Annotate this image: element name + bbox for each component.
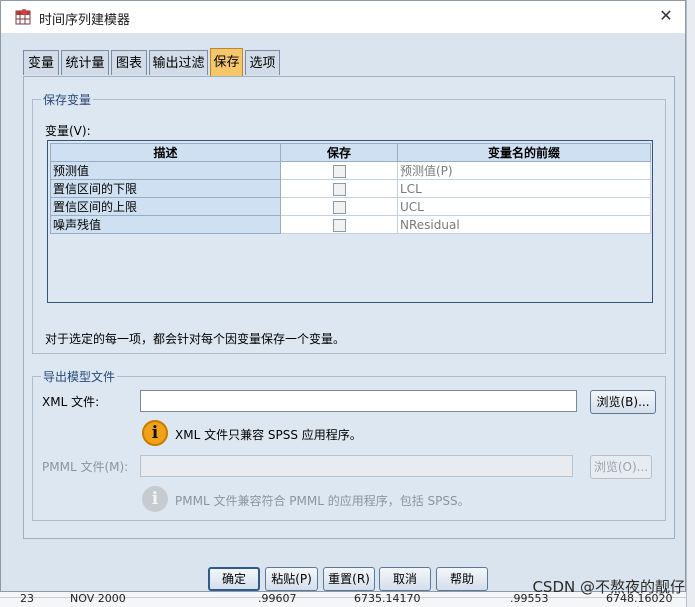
save-cell — [280, 161, 398, 180]
row-description: 置信区间的下限 — [50, 179, 281, 198]
background-scrollbar[interactable] — [686, 0, 695, 607]
cancel-button[interactable]: 取消 — [379, 567, 431, 591]
save-checkbox[interactable] — [332, 200, 346, 214]
bg-row-v2: 6735.14170 — [354, 592, 421, 605]
table-header-row: 描述 保存 变量名的前缀 — [50, 143, 651, 162]
tab-statistics[interactable]: 统计量 — [61, 50, 109, 75]
save-cell — [280, 197, 398, 216]
save-checkbox[interactable] — [332, 218, 346, 232]
save-tab-panel: 保存变量 变量(V): 描述 保存 变量名的前缀 预测值 预测值(P) 置信区间… — [23, 76, 675, 539]
col-header-prefix: 变量名的前缀 — [397, 143, 651, 162]
info-icon: i — [142, 420, 168, 446]
tab-output-filter[interactable]: 输出过滤 — [149, 50, 208, 75]
bg-row-v1: .99607 — [258, 592, 297, 605]
export-model-group: 导出模型文件 XML 文件: 浏览(B)... i XML 文件只兼容 SPSS… — [32, 368, 666, 521]
paste-button[interactable]: 粘贴(P) — [265, 567, 318, 591]
xml-file-label: XML 文件: — [42, 395, 100, 409]
save-cell — [280, 215, 398, 234]
browse-pmml-button[interactable]: 浏览(O)... — [590, 455, 652, 479]
variables-label: 变量(V): — [45, 124, 91, 138]
xml-file-input[interactable] — [140, 390, 577, 412]
table-row: 噪声残值 NResidual — [50, 215, 651, 234]
save-variables-group: 保存变量 变量(V): 描述 保存 变量名的前缀 预测值 预测值(P) 置信区间… — [32, 91, 666, 354]
time-series-modeler-dialog: 时间序列建模器 ✕ 变量 统计量 图表 输出过滤 保存 选项 保存变量 变量(V… — [0, 0, 686, 592]
spss-app-icon — [15, 9, 31, 25]
reset-button[interactable]: 重置(R) — [323, 567, 375, 591]
variables-table: 描述 保存 变量名的前缀 预测值 预测值(P) 置信区间的下限 LCL 置信区间… — [50, 143, 651, 234]
tab-variables[interactable]: 变量 — [23, 50, 59, 75]
tab-save[interactable]: 保存 — [210, 48, 243, 76]
prefix-cell[interactable]: UCL — [397, 197, 651, 216]
xml-info-text: XML 文件只兼容 SPSS 应用程序。 — [175, 428, 362, 442]
save-checkbox[interactable] — [332, 182, 346, 196]
tab-options[interactable]: 选项 — [245, 50, 280, 75]
close-icon[interactable]: ✕ — [655, 5, 677, 27]
pmml-file-input[interactable] — [140, 455, 573, 477]
save-note-text: 对于选定的每一项，都会针对每个因变量保存一个变量。 — [45, 332, 346, 346]
col-header-save: 保存 — [280, 143, 398, 162]
col-header-description: 描述 — [50, 143, 281, 162]
table-row: 置信区间的下限 LCL — [50, 179, 651, 198]
bg-row-index: 23 — [20, 592, 34, 605]
save-checkbox[interactable] — [332, 164, 346, 178]
csdn-watermark: CSDN @不熬夜的靓仔 — [532, 578, 685, 596]
save-variables-legend: 保存变量 — [41, 91, 94, 108]
browse-xml-button[interactable]: 浏览(B)... — [590, 390, 656, 414]
table-row: 置信区间的上限 UCL — [50, 197, 651, 216]
prefix-cell[interactable]: 预测值(P) — [397, 161, 651, 180]
export-model-legend: 导出模型文件 — [41, 368, 118, 385]
prefix-cell[interactable]: LCL — [397, 179, 651, 198]
table-row: 预测值 预测值(P) — [50, 161, 651, 180]
pmml-info-text: PMML 文件兼容符合 PMML 的应用程序，包括 SPSS。 — [175, 494, 470, 508]
variables-table-container: 描述 保存 变量名的前缀 预测值 预测值(P) 置信区间的下限 LCL 置信区间… — [47, 140, 653, 303]
prefix-cell[interactable]: NResidual — [397, 215, 651, 234]
bg-row-date: NOV 2000 — [70, 592, 126, 605]
help-button[interactable]: 帮助 — [436, 567, 488, 591]
window-title: 时间序列建模器 — [39, 13, 131, 28]
row-description: 置信区间的上限 — [50, 197, 281, 216]
ok-button[interactable]: 确定 — [208, 567, 260, 591]
row-description: 预测值 — [50, 161, 281, 180]
row-description: 噪声残值 — [50, 215, 281, 234]
info-icon-disabled: i — [142, 486, 168, 512]
tab-plots[interactable]: 图表 — [111, 50, 147, 75]
pmml-file-label: PMML 文件(M): — [42, 460, 129, 474]
save-cell — [280, 179, 398, 198]
title-bar: 时间序列建模器 ✕ — [1, 1, 685, 33]
